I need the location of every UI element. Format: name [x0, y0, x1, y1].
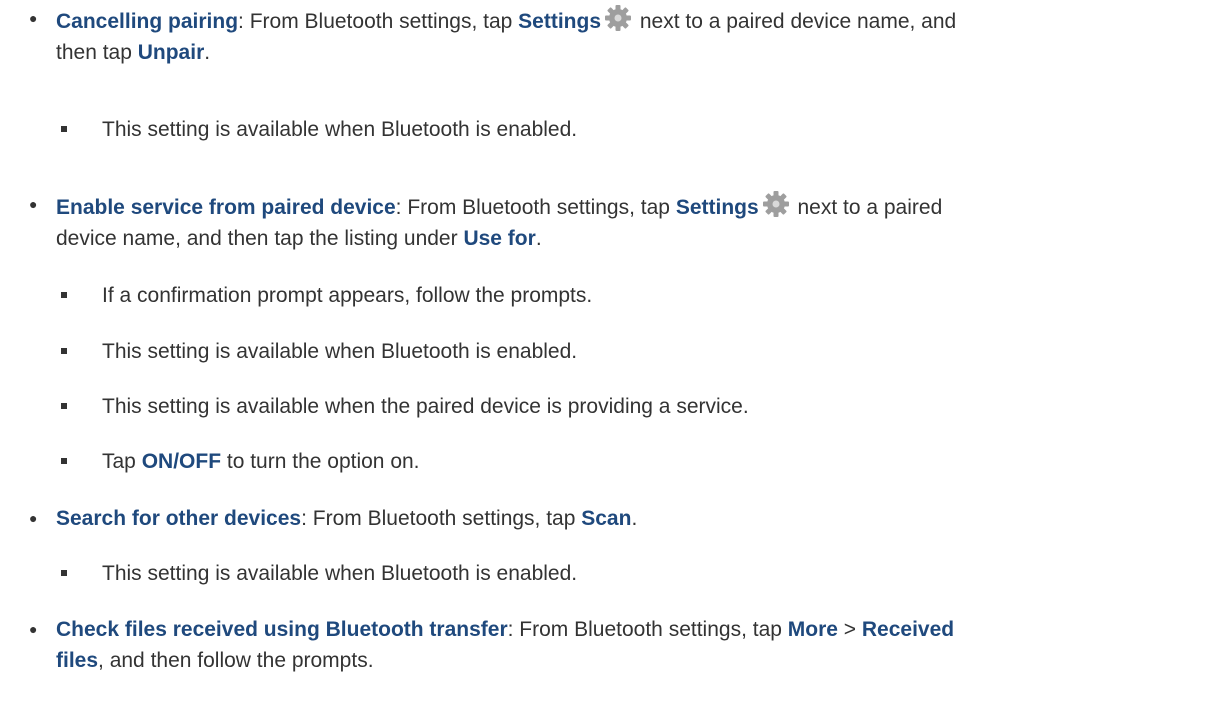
bullet-square [61, 292, 67, 298]
list-item: ● Enable service from paired device: Fro… [0, 189, 1213, 251]
sub-item-text: This setting is available when Bluetooth… [102, 118, 578, 141]
list-item: ● Check files received using Bluetooth t… [0, 614, 1213, 676]
bullet-dot: ● [29, 10, 38, 26]
list-item: ● Search for other devices: From Bluetoo… [0, 503, 1213, 533]
bullet-dot: ● [29, 196, 38, 212]
bullet-dot: ● [29, 510, 38, 526]
bullet-square [61, 126, 67, 132]
item-text: : From Bluetooth settings, tap [238, 10, 519, 33]
sub-item-text: This setting is available when the paire… [102, 395, 749, 418]
keyword-more: More [787, 618, 838, 641]
bullet-square [61, 458, 67, 464]
keyword-on-off: ON/OFF [141, 450, 222, 473]
item-text: : From Bluetooth settings, tap [395, 196, 676, 219]
list-item-text: Cancelling pairing: From Bluetooth setti… [56, 3, 1196, 68]
sub-item-text: This setting is available when Bluetooth… [102, 562, 578, 585]
item-text: > [837, 618, 862, 641]
gear-icon [761, 189, 791, 219]
keyword-settings: Settings [518, 10, 602, 33]
list-item-text: Check files received using Bluetooth tra… [56, 614, 1196, 676]
sub-list-item: If a confirmation prompt appears, follow… [0, 281, 1213, 311]
bullet-dot: ● [29, 621, 38, 637]
item-text: . [631, 507, 638, 530]
item-title: Search for other devices [56, 507, 302, 530]
document-page: ● Cancelling pairing: From Bluetooth set… [0, 0, 1213, 726]
item-text: : From Bluetooth settings, tap [301, 507, 582, 530]
item-text: , and then follow the prompts. [98, 649, 374, 672]
keyword-settings: Settings [675, 196, 759, 219]
list-item-text: Search for other devices: From Bluetooth… [56, 503, 1196, 534]
sub-list-item: This setting is available when the paire… [0, 392, 1213, 422]
sub-item-text: This setting is available when Bluetooth… [102, 340, 578, 363]
sub-item-text: If a confirmation prompt appears, follow… [102, 284, 593, 307]
item-text: Tap [102, 450, 142, 473]
item-text: : From Bluetooth settings, tap [507, 618, 788, 641]
bullet-square [61, 570, 67, 576]
bullet-square [61, 348, 67, 354]
keyword-use-for: Use for [463, 227, 536, 250]
item-title: Check files received using Bluetooth tra… [56, 618, 508, 641]
item-title: Enable service from paired device [56, 196, 396, 219]
item-text: . [535, 227, 542, 250]
item-text: next to a paired [791, 196, 943, 219]
gear-icon [603, 3, 633, 33]
item-text: device name, and then tap the listing un… [56, 227, 464, 250]
keyword-unpair: Unpair [137, 41, 205, 64]
item-text: then tap [56, 41, 138, 64]
sub-list-item: This setting is available when Bluetooth… [0, 337, 1213, 367]
item-text: next to a paired device name, and [634, 10, 957, 33]
list-item: ● Cancelling pairing: From Bluetooth set… [0, 3, 1213, 123]
keyword-scan: Scan [581, 507, 632, 530]
sub-list-item: This setting is available when Bluetooth… [0, 559, 1213, 589]
item-title: Cancelling pairing [56, 10, 239, 33]
keyword-received: Received [861, 618, 955, 641]
keyword-files: files [56, 649, 99, 672]
list-item-text: Enable service from paired device: From … [56, 189, 1196, 254]
bullet-square [61, 403, 67, 409]
sub-list-item: This setting is available when Bluetooth… [0, 115, 1213, 145]
sub-item-text: Tap ON/OFF to turn the option on. [102, 447, 420, 477]
item-text: . [204, 41, 211, 64]
item-text: to turn the option on. [221, 450, 420, 473]
sub-list-item: Tap ON/OFF to turn the option on. [0, 447, 1213, 477]
